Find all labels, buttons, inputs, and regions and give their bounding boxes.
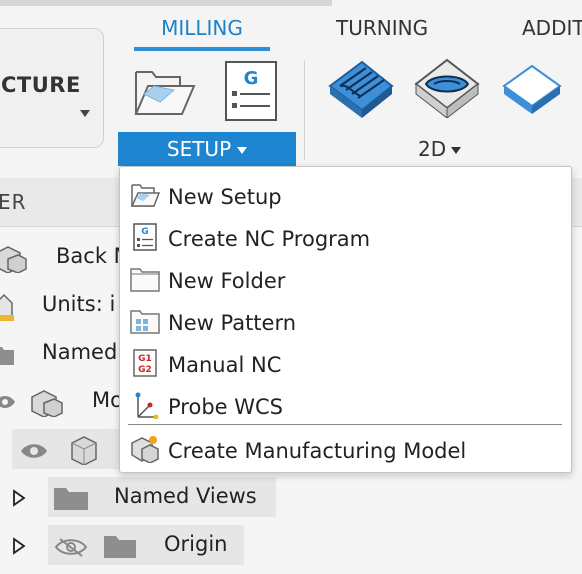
tab-milling-underline <box>134 47 270 51</box>
folder-icon <box>0 347 14 365</box>
tree-row-origin[interactable]: Origin <box>0 525 582 567</box>
menu-item-create-manufacturing-model[interactable]: Create Manufacturing Model <box>120 427 571 469</box>
new-setup-tool-icon[interactable] <box>130 64 198 120</box>
tree-row-label: Units: i <box>42 292 116 316</box>
2d-label: 2D <box>418 137 447 161</box>
menu-item-label: New Folder <box>168 269 286 293</box>
tree-row-label: Named <box>42 340 118 364</box>
caret-down-icon <box>80 110 90 117</box>
setup-dropdown-button[interactable]: SETUP <box>118 132 296 166</box>
tab-turning[interactable]: TURNING <box>336 16 428 40</box>
eye-hidden-icon[interactable] <box>54 537 88 557</box>
manual-nc-icon: G1 G2 <box>133 349 157 377</box>
2d-face-icon[interactable] <box>500 62 564 118</box>
tree-row-label: Origin <box>164 532 228 556</box>
menu-separator <box>128 424 562 425</box>
menu-item-label: New Pattern <box>168 311 297 335</box>
manufacturing-model-icon <box>131 436 159 463</box>
svg-text:G: G <box>244 68 259 89</box>
folder-icon <box>130 268 160 292</box>
pattern-icon <box>130 310 160 334</box>
expand-triangle-icon[interactable] <box>12 489 26 507</box>
menu-item-manual-nc[interactable]: G1 G2 Manual NC <box>120 341 571 383</box>
nc-program-tool-icon[interactable]: G <box>224 60 280 124</box>
body-icon <box>71 436 97 465</box>
new-setup-icon <box>130 184 160 207</box>
2d-adaptive-clearing-icon[interactable] <box>326 56 396 118</box>
caret-down-icon <box>451 147 462 154</box>
workspace-switcher-button[interactable]: CTURE <box>0 28 104 148</box>
menu-item-new-folder[interactable]: New Folder <box>120 257 571 299</box>
caret-down-icon <box>237 147 248 154</box>
folder-icon <box>54 488 88 510</box>
browser-header-title: ER <box>0 190 27 214</box>
menu-item-label: New Setup <box>168 185 282 209</box>
workspace-label: CTURE <box>1 73 81 97</box>
toolbar-divider <box>304 60 305 160</box>
svg-text:G1: G1 <box>138 354 152 364</box>
eye-icon[interactable] <box>0 393 16 411</box>
folder-icon <box>104 536 136 558</box>
menu-item-new-setup[interactable]: New Setup <box>120 173 571 215</box>
tree-row-named-views[interactable]: Named Views <box>0 477 582 519</box>
tab-milling[interactable]: MILLING <box>134 16 270 40</box>
tree-row-label: Named Views <box>114 484 257 508</box>
svg-text:G2: G2 <box>138 365 152 375</box>
units-icon <box>0 293 14 321</box>
2d-dropdown-button[interactable]: 2D <box>418 137 462 161</box>
menu-item-new-pattern[interactable]: New Pattern <box>120 299 571 341</box>
svg-text:G: G <box>141 227 148 237</box>
setup-dropdown-menu: New Setup G Create NC Program New Folder… <box>119 166 572 473</box>
nc-program-icon: G <box>133 223 157 251</box>
eye-icon[interactable] <box>20 442 48 460</box>
ribbon-toolbar: CTURE MILLING TURNING ADDITI G SETUP <box>0 0 582 179</box>
expand-triangle-icon[interactable] <box>12 537 26 555</box>
menu-item-label: Manual NC <box>168 353 282 377</box>
setup-label: SETUP <box>166 137 232 161</box>
menu-item-label: Create NC Program <box>168 227 371 251</box>
component-icon <box>0 246 27 273</box>
2d-pocket-icon[interactable] <box>412 56 482 118</box>
probe-wcs-icon <box>135 392 159 419</box>
menu-item-label: Create Manufacturing Model <box>168 439 467 463</box>
ribbon-top-strip <box>0 0 332 6</box>
menu-item-label: Probe WCS <box>168 395 283 419</box>
component-icon <box>31 390 63 417</box>
menu-item-probe-wcs[interactable]: Probe WCS <box>120 383 571 425</box>
tab-additive[interactable]: ADDITI <box>522 16 582 40</box>
menu-item-create-nc-program[interactable]: G Create NC Program <box>120 215 571 257</box>
